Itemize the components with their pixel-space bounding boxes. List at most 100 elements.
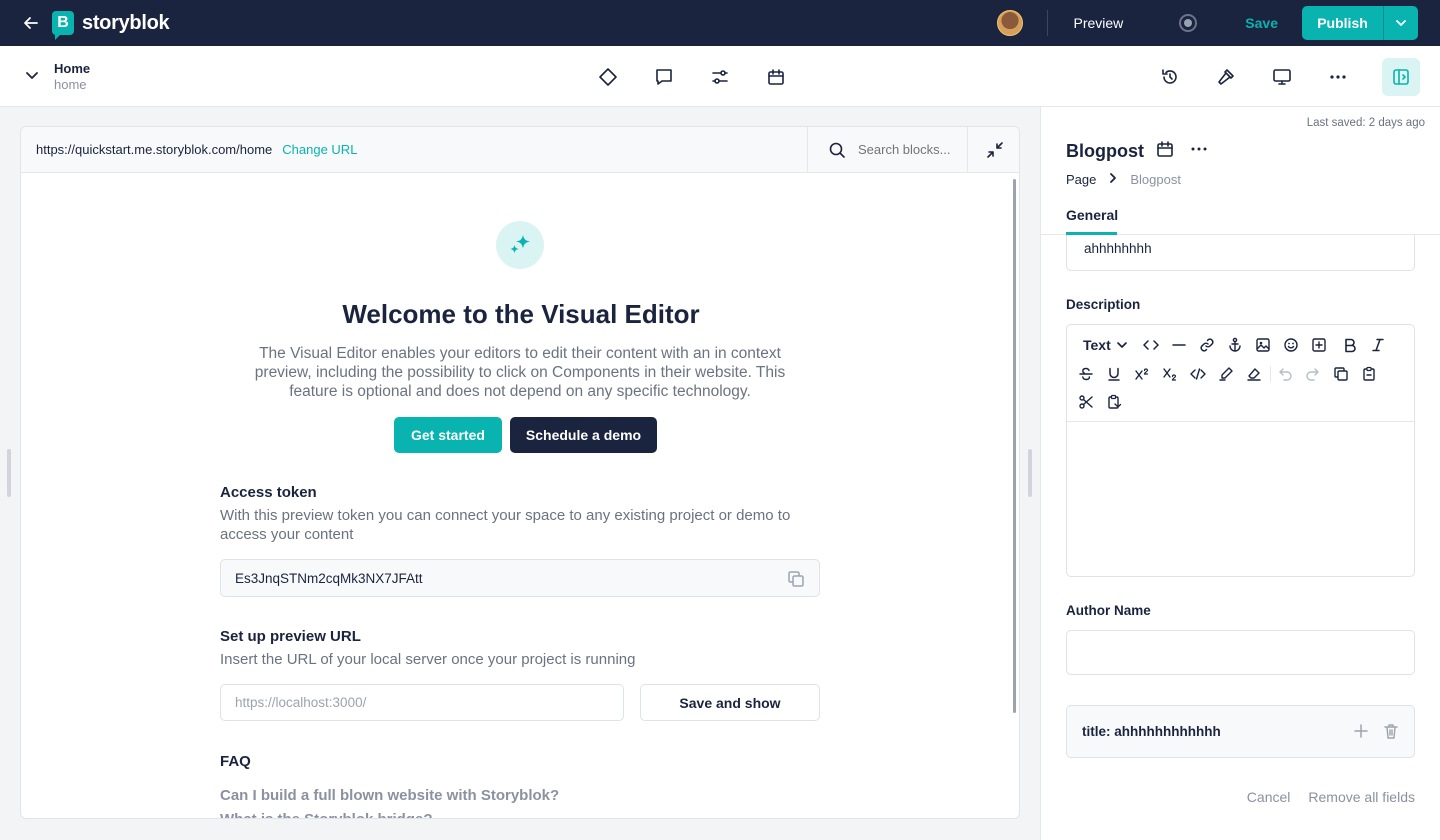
chevron-down-icon[interactable] <box>24 67 40 83</box>
chevron-down-icon <box>1396 20 1406 26</box>
storyblok-logo[interactable]: B storyblok <box>52 11 170 40</box>
text-style-select[interactable]: Text <box>1083 337 1128 353</box>
redo-icon[interactable] <box>1303 364 1323 384</box>
schedule-demo-button[interactable]: Schedule a demo <box>509 417 658 453</box>
undo-icon[interactable] <box>1275 364 1295 384</box>
faq-item[interactable]: What is the Storyblok bridge? <box>220 811 433 818</box>
resize-handle-right[interactable] <box>1028 449 1032 497</box>
nested-block-item[interactable]: title: ahhhhhhhhhhhh <box>1066 705 1415 758</box>
author-name-label: Author Name <box>1066 603 1151 618</box>
plus-icon[interactable] <box>1353 723 1369 744</box>
comment-icon[interactable] <box>652 65 676 89</box>
story-toolbar: Home home <box>0 46 1440 107</box>
copy-icon[interactable] <box>1331 364 1351 384</box>
clear-formatting-icon[interactable] <box>1244 364 1264 384</box>
center-tools <box>596 65 788 89</box>
access-token-title: Access token <box>220 484 317 501</box>
block-title: Blogpost <box>1066 141 1144 161</box>
trash-icon[interactable] <box>1382 722 1400 745</box>
preview-url-description: Insert the URL of your local server once… <box>220 651 636 668</box>
description-label: Description <box>1066 297 1141 312</box>
block-header: Blogpost <box>1066 140 1208 163</box>
inline-code-icon[interactable] <box>1188 364 1208 384</box>
topbar-actions: Preview Save Publish <box>996 0 1418 46</box>
superscript-icon[interactable] <box>1132 364 1152 384</box>
calendar-icon[interactable] <box>764 65 788 89</box>
story-slug: home <box>54 77 87 92</box>
collapse-preview-button[interactable] <box>967 127 1019 172</box>
more-horizontal-icon[interactable] <box>1190 140 1208 163</box>
horizontal-rule-icon[interactable] <box>1169 335 1189 355</box>
welcome-actions: Get started Schedule a demo <box>394 417 658 453</box>
breadcrumb-page[interactable]: Page <box>1066 172 1096 187</box>
access-token-description: With this preview token you can connect … <box>220 507 791 543</box>
get-started-button[interactable]: Get started <box>394 417 502 453</box>
anchor-icon[interactable] <box>1225 335 1245 355</box>
desktop-icon[interactable] <box>1270 65 1294 89</box>
record-dot <box>1184 19 1193 27</box>
link-icon[interactable] <box>1197 335 1217 355</box>
sliders-icon[interactable] <box>708 65 732 89</box>
author-name-input[interactable] <box>1066 630 1415 675</box>
cancel-button[interactable]: Cancel <box>1247 789 1291 805</box>
content-sidebar: Last saved: 2 days ago Blogpost Page Blo… <box>1040 107 1440 840</box>
access-token-value: Es3JnqSTNm2cqMk3NX7JFAtt <box>235 570 423 586</box>
diamond-icon[interactable] <box>596 65 620 89</box>
code-block-icon[interactable] <box>1141 335 1161 355</box>
chevron-right-icon <box>1108 172 1118 187</box>
search-blocks-input[interactable] <box>858 142 958 157</box>
history-icon[interactable] <box>1158 65 1182 89</box>
copy-icon[interactable] <box>787 570 805 591</box>
preview-url: https://quickstart.me.storyblok.com/home <box>36 142 273 157</box>
right-tools <box>1158 58 1420 96</box>
toolbar-separator <box>1270 366 1271 382</box>
paste-plain-icon[interactable] <box>1104 392 1124 412</box>
save-and-show-button[interactable]: Save and show <box>640 684 820 721</box>
publish-button[interactable]: Publish <box>1302 6 1383 40</box>
sidebar-toggle-button[interactable] <box>1382 58 1420 96</box>
image-icon[interactable] <box>1253 335 1273 355</box>
resize-handle-left[interactable] <box>7 449 11 497</box>
faq-item[interactable]: Can I build a full blown website with St… <box>220 787 559 804</box>
access-token-field[interactable]: Es3JnqSTNm2cqMk3NX7JFAtt <box>220 559 820 597</box>
preview-content: Welcome to the Visual Editor The Visual … <box>21 173 1019 818</box>
minimize-icon <box>986 141 1003 158</box>
chevron-down-icon <box>1116 342 1127 348</box>
subscript-icon[interactable] <box>1160 364 1180 384</box>
story-name: Home <box>54 61 91 76</box>
tab-general[interactable]: General <box>1066 207 1118 235</box>
remove-all-fields-button[interactable]: Remove all fields <box>1308 789 1415 805</box>
publish-options-button[interactable] <box>1383 6 1418 40</box>
strikethrough-icon[interactable] <box>1076 364 1096 384</box>
change-url-link[interactable]: Change URL <box>282 142 357 157</box>
italic-icon[interactable] <box>1368 335 1388 355</box>
record-icon[interactable] <box>1179 14 1198 32</box>
bold-icon[interactable] <box>1340 335 1360 355</box>
preview-url-input[interactable] <box>220 684 624 721</box>
hammer-icon[interactable] <box>1214 65 1238 89</box>
logo-text: storyblok <box>82 11 170 34</box>
back-arrow-icon[interactable] <box>20 12 42 34</box>
insert-block-icon[interactable] <box>1309 335 1329 355</box>
text-style-label: Text <box>1083 337 1111 353</box>
welcome-title: Welcome to the Visual Editor <box>342 299 700 329</box>
preview-scrollbar[interactable] <box>1013 179 1016 713</box>
paste-icon[interactable] <box>1359 364 1379 384</box>
preview-url-title: Set up preview URL <box>220 628 361 645</box>
highlighter-icon[interactable] <box>1216 364 1236 384</box>
welcome-description: The Visual Editor enables your editors t… <box>254 345 786 400</box>
save-button[interactable]: Save <box>1245 15 1278 31</box>
user-avatar[interactable] <box>996 10 1023 36</box>
underline-icon[interactable] <box>1104 364 1124 384</box>
emoji-icon[interactable] <box>1281 335 1301 355</box>
calendar-icon[interactable] <box>1156 140 1174 163</box>
search-icon <box>829 142 845 158</box>
top-navbar: B storyblok Preview Save Publish <box>0 0 1440 46</box>
richtext-content-area[interactable] <box>1067 422 1414 576</box>
more-horizontal-icon[interactable] <box>1326 65 1350 89</box>
last-saved-text: Last saved: 2 days ago <box>1306 117 1425 129</box>
title-field[interactable]: ahhhhhhhh <box>1066 235 1415 271</box>
faq-title: FAQ <box>220 753 251 770</box>
preview-button[interactable]: Preview <box>1074 15 1124 31</box>
cut-icon[interactable] <box>1076 392 1096 412</box>
